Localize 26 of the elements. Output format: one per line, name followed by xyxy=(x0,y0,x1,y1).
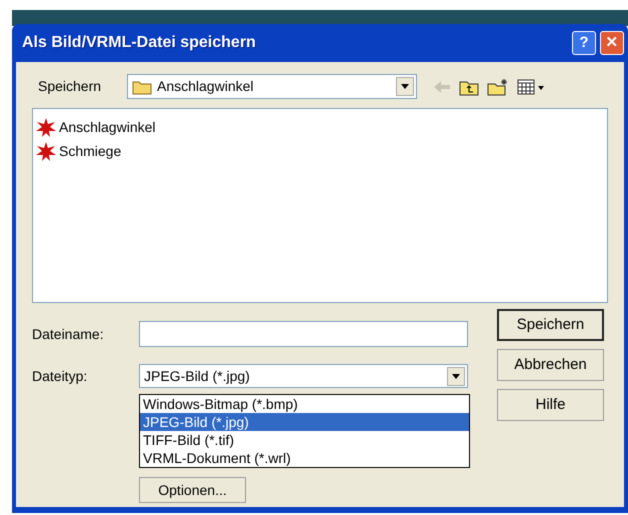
file-type-option[interactable]: TIFF-Bild (*.tif) xyxy=(140,431,469,449)
file-type-option[interactable]: Windows-Bitmap (*.bmp) xyxy=(140,395,469,413)
options-button[interactable]: Optionen... xyxy=(139,477,246,503)
folder-dropdown[interactable]: Anschlagwinkel xyxy=(127,74,417,99)
help-button[interactable]: ? xyxy=(572,31,596,55)
part-icon xyxy=(35,141,57,161)
file-type-option[interactable]: JPEG-Bild (*.jpg) xyxy=(140,413,469,431)
new-folder-icon[interactable] xyxy=(487,78,509,96)
view-menu-icon[interactable] xyxy=(517,78,545,96)
file-type-option[interactable]: VRML-Dokument (*.wrl) xyxy=(140,449,469,467)
file-type-label: Dateityp: xyxy=(32,366,88,386)
dialog-button[interactable]: Hilfe xyxy=(497,389,604,421)
file-item[interactable]: Anschlagwinkel xyxy=(59,116,156,138)
file-name-field[interactable] xyxy=(139,321,468,347)
caret-icon xyxy=(396,77,414,96)
file-item[interactable]: Schmiege xyxy=(59,140,122,162)
dialog-button[interactable]: Abbrechen xyxy=(497,349,604,381)
file-name-label: Dateiname: xyxy=(32,324,105,344)
folder-icon xyxy=(132,78,152,94)
file-type-dropdown[interactable]: JPEG-Bild (*.jpg) xyxy=(139,364,468,388)
caret-icon xyxy=(447,366,465,386)
part-icon xyxy=(35,117,57,137)
save-in-label: Speichern xyxy=(37,77,102,96)
close-button[interactable]: ✕ xyxy=(600,31,624,55)
dialog-button[interactable]: Speichern xyxy=(497,309,604,341)
window-title: Als Bild/VRML-Datei speichern xyxy=(22,33,257,53)
